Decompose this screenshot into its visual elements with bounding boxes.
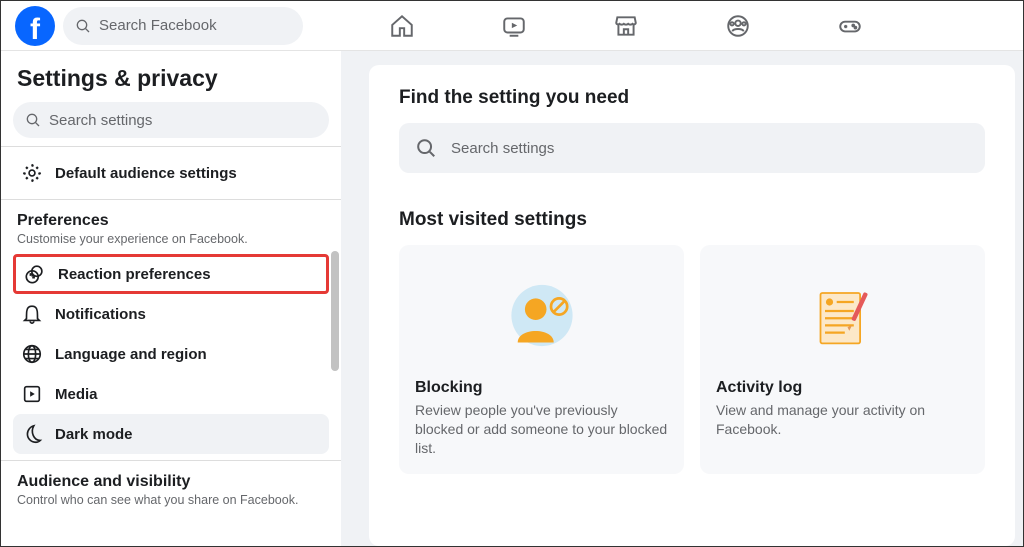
settings-panel: Find the setting you need Search setting… <box>369 65 1015 546</box>
media-icon <box>21 383 43 405</box>
settings-sidebar: Settings & privacy Search settings Defau… <box>1 51 341 546</box>
card-blocking[interactable]: Blocking Review people you've previously… <box>399 245 684 474</box>
most-visited-title: Most visited settings <box>399 209 985 231</box>
sidebar-title: Settings & privacy <box>17 65 329 92</box>
nav-home[interactable] <box>382 6 422 46</box>
search-icon <box>415 137 437 159</box>
sidebar-item-default-audience[interactable]: Default audience settings <box>13 153 329 193</box>
bell-icon <box>21 303 43 325</box>
main-search-input[interactable]: Search settings <box>399 123 985 173</box>
global-search-input[interactable]: Search Facebook <box>63 7 303 45</box>
nav-gaming[interactable] <box>830 6 870 46</box>
card-title: Activity log <box>716 379 969 397</box>
sidebar-item-label: Dark mode <box>55 426 133 443</box>
sidebar-item-label: Notifications <box>55 306 146 323</box>
sidebar-item-label: Reaction preferences <box>58 266 211 283</box>
gear-icon <box>21 162 43 184</box>
main-content: Find the setting you need Search setting… <box>341 51 1023 546</box>
search-icon <box>75 18 91 34</box>
nav-marketplace[interactable] <box>606 6 646 46</box>
sidebar-item-label: Language and region <box>55 346 207 363</box>
global-search-placeholder: Search Facebook <box>99 17 217 34</box>
card-activity-log[interactable]: Activity log View and manage your activi… <box>700 245 985 474</box>
sidebar-item-notifications[interactable]: Notifications <box>13 294 329 334</box>
activity-log-illustration <box>716 261 969 379</box>
sidebar-item-dark-mode[interactable]: Dark mode <box>13 414 329 454</box>
gaming-icon <box>837 13 863 39</box>
divider <box>1 146 341 147</box>
sidebar-scrollbar[interactable] <box>331 251 339 371</box>
main-search-placeholder: Search settings <box>451 140 554 157</box>
sidebar-item-reaction-preferences[interactable]: Reaction preferences <box>13 254 329 294</box>
sidebar-item-label: Media <box>55 386 98 403</box>
nav-groups[interactable] <box>718 6 758 46</box>
home-icon <box>389 13 415 39</box>
sidebar-item-media[interactable]: Media <box>13 374 329 414</box>
section-title-audience: Audience and visibility <box>17 473 329 491</box>
sidebar-search-input[interactable]: Search settings <box>13 102 329 138</box>
divider <box>1 199 341 200</box>
section-title-preferences: Preferences <box>17 212 329 230</box>
nav-video[interactable] <box>494 6 534 46</box>
sidebar-item-label: Default audience settings <box>55 165 237 182</box>
globe-icon <box>21 343 43 365</box>
card-title: Blocking <box>415 379 668 397</box>
facebook-logo[interactable]: f <box>15 6 55 46</box>
find-setting-title: Find the setting you need <box>399 87 985 109</box>
card-description: View and manage your activity on Faceboo… <box>716 401 969 439</box>
top-nav <box>303 6 949 46</box>
card-description: Review people you've previously blocked … <box>415 401 668 458</box>
moon-icon <box>21 423 43 445</box>
top-bar: f Search Facebook <box>1 1 1023 51</box>
marketplace-icon <box>613 13 639 39</box>
settings-cards: Blocking Review people you've previously… <box>399 245 985 474</box>
sidebar-search-placeholder: Search settings <box>49 112 152 129</box>
groups-icon <box>725 13 751 39</box>
sidebar-item-language[interactable]: Language and region <box>13 334 329 374</box>
watch-icon <box>501 13 527 39</box>
reaction-icon <box>24 263 46 285</box>
section-subtitle-preferences: Customise your experience on Facebook. <box>17 232 329 246</box>
divider <box>1 460 341 461</box>
section-subtitle-audience: Control who can see what you share on Fa… <box>17 493 329 507</box>
search-icon <box>25 112 41 128</box>
blocking-illustration <box>415 261 668 379</box>
